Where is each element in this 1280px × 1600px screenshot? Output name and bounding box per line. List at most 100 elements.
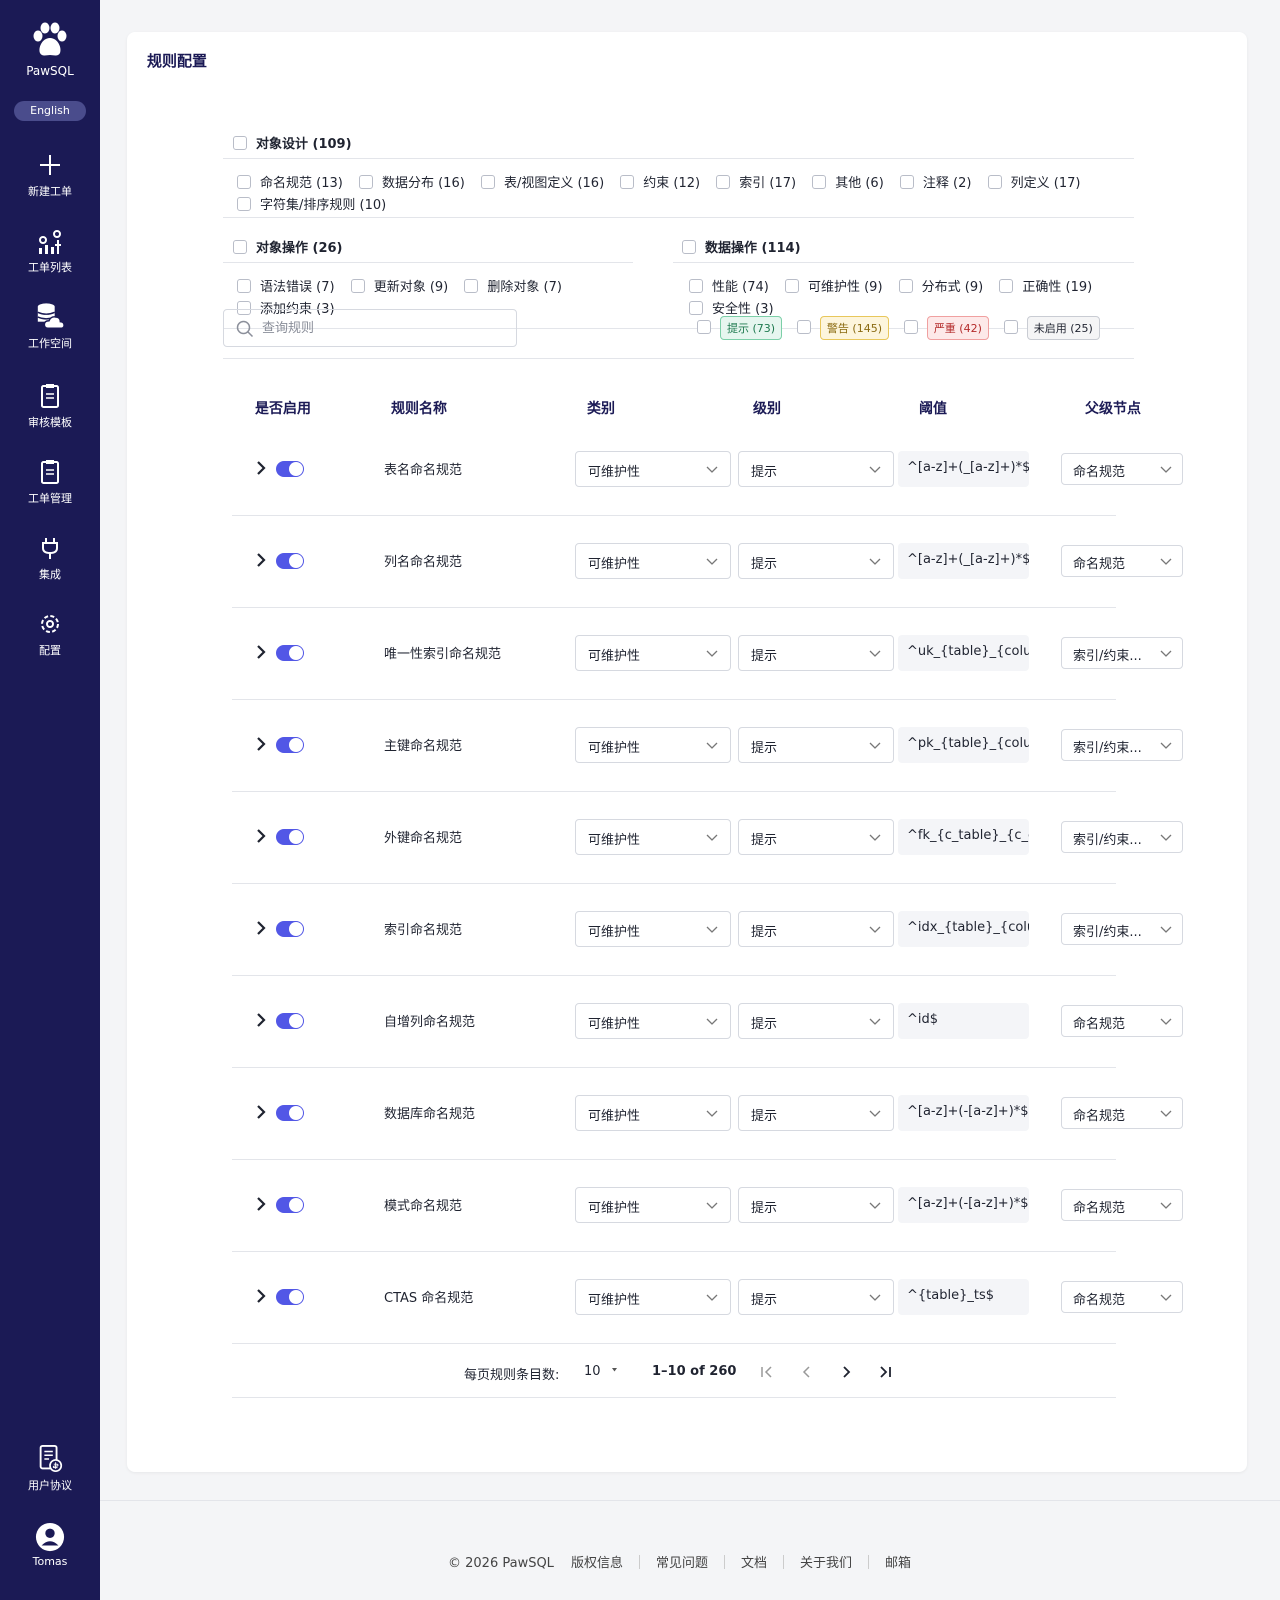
category-select[interactable]: 可维护性 — [575, 1095, 731, 1131]
category-select[interactable]: 可维护性 — [575, 543, 731, 579]
threshold-input[interactable]: ^[a-z]+(-[a-z]+)*$ — [898, 1187, 1029, 1223]
checkbox[interactable] — [233, 136, 247, 150]
checkbox[interactable] — [480, 175, 495, 189]
checkbox[interactable] — [350, 279, 365, 293]
filter-drop-object[interactable]: 删除对象 (7) — [464, 276, 562, 295]
enable-toggle[interactable] — [276, 829, 304, 845]
filter-index[interactable]: 索引 (17) — [716, 172, 796, 191]
threshold-input[interactable]: ^id$ — [898, 1003, 1029, 1039]
checkbox[interactable] — [999, 279, 1014, 293]
user-profile[interactable]: Tomas — [0, 1522, 100, 1568]
last-page-icon[interactable] — [877, 1364, 893, 1380]
threshold-input[interactable]: ^[a-z]+(-[a-z]+)*$ — [898, 1095, 1029, 1131]
filter-naming[interactable]: 命名规范 (13) — [237, 172, 343, 191]
per-page-select[interactable]: 10 — [584, 1364, 625, 1379]
footer-link-email[interactable]: 邮箱 — [885, 1556, 911, 1571]
footer-link-docs[interactable]: 文档 — [741, 1556, 767, 1571]
parent-select[interactable]: 命名规范 — [1061, 1189, 1183, 1221]
prev-page-icon[interactable] — [799, 1364, 815, 1380]
level-select[interactable]: 提示 — [738, 543, 894, 579]
enable-toggle[interactable] — [276, 645, 304, 661]
nav-integration[interactable]: 集成 — [0, 533, 100, 582]
next-page-icon[interactable] — [838, 1364, 854, 1380]
category-select[interactable]: 可维护性 — [575, 727, 731, 763]
footer-link-faq[interactable]: 常见问题 — [656, 1556, 708, 1571]
search-box[interactable] — [223, 309, 517, 347]
checkbox[interactable] — [689, 301, 703, 315]
enable-toggle[interactable] — [276, 1105, 304, 1121]
level-select[interactable]: 提示 — [738, 911, 894, 947]
filter-comment[interactable]: 注释 (2) — [899, 172, 971, 191]
checkbox[interactable] — [796, 320, 811, 334]
category-select[interactable]: 可维护性 — [575, 1003, 731, 1039]
language-switch[interactable]: English — [14, 101, 86, 121]
filter-other[interactable]: 其他 (6) — [812, 172, 884, 191]
parent-select[interactable]: 索引/约束... — [1061, 913, 1183, 945]
enable-toggle[interactable] — [276, 461, 304, 477]
search-input[interactable] — [262, 318, 502, 338]
checkbox[interactable] — [689, 279, 703, 293]
nav-ticket-management[interactable]: 工单管理 — [0, 457, 100, 506]
checkbox[interactable] — [898, 279, 913, 293]
filter-table-view[interactable]: 表/视图定义 (16) — [480, 172, 604, 191]
enable-toggle[interactable] — [276, 737, 304, 753]
nav-new-ticket[interactable]: 新建工单 — [0, 150, 100, 199]
category-select[interactable]: 可维护性 — [575, 819, 731, 855]
checkbox[interactable] — [620, 175, 635, 189]
level-select[interactable]: 提示 — [738, 451, 894, 487]
checkbox[interactable] — [464, 279, 479, 293]
threshold-input[interactable]: ^fk_{c_table}_{c_c — [898, 819, 1029, 855]
checkbox[interactable] — [237, 279, 251, 293]
filter-update-object[interactable]: 更新对象 (9) — [350, 276, 448, 295]
filter-distributed[interactable]: 分布式 (9) — [898, 276, 983, 295]
expand-chevron-icon[interactable] — [254, 1285, 268, 1307]
category-select[interactable]: 可维护性 — [575, 451, 731, 487]
threshold-input[interactable]: ^pk_{table}_{colur — [898, 727, 1029, 763]
parent-select[interactable]: 命名规范 — [1061, 545, 1183, 577]
threshold-input[interactable]: ^idx_{table}_{colu — [898, 911, 1029, 947]
filter-data-ops[interactable]: 数据操作 (114) — [682, 237, 801, 256]
parent-select[interactable]: 命名规范 — [1061, 1005, 1183, 1037]
enable-toggle[interactable] — [276, 1197, 304, 1213]
filter-correctness[interactable]: 正确性 (19) — [999, 276, 1092, 295]
threshold-input[interactable]: ^{table}_ts$ — [898, 1279, 1029, 1315]
expand-chevron-icon[interactable] — [254, 1009, 268, 1031]
level-tip[interactable]: 提示 (73) — [697, 316, 783, 340]
expand-chevron-icon[interactable] — [254, 1101, 268, 1123]
brand[interactable]: PawSQL — [0, 22, 100, 78]
nav-workspace[interactable]: 工作空间 — [0, 302, 100, 351]
category-select[interactable]: 可维护性 — [575, 911, 731, 947]
level-disabled[interactable]: 未启用 (25) — [1003, 316, 1100, 340]
level-select[interactable]: 提示 — [738, 1095, 894, 1131]
filter-object-ops[interactable]: 对象操作 (26) — [233, 237, 343, 256]
category-select[interactable]: 可维护性 — [575, 1279, 731, 1315]
parent-select[interactable]: 命名规范 — [1061, 453, 1183, 485]
enable-toggle[interactable] — [276, 1013, 304, 1029]
footer-link-copyright[interactable]: 版权信息 — [571, 1556, 623, 1571]
filter-column-def[interactable]: 列定义 (17) — [987, 172, 1080, 191]
checkbox[interactable] — [987, 175, 1002, 189]
level-warn[interactable]: 警告 (145) — [796, 316, 889, 340]
level-select[interactable]: 提示 — [738, 727, 894, 763]
filter-maintainability[interactable]: 可维护性 (9) — [784, 276, 883, 295]
enable-toggle[interactable] — [276, 553, 304, 569]
expand-chevron-icon[interactable] — [254, 1193, 268, 1215]
checkbox[interactable] — [1003, 320, 1018, 334]
filter-security[interactable]: 安全性 (3) — [689, 298, 774, 317]
nav-ticket-list[interactable]: 工单列表 — [0, 226, 100, 275]
expand-chevron-icon[interactable] — [254, 917, 268, 939]
nav-settings[interactable]: 配置 — [0, 609, 100, 658]
nav-audit-template[interactable]: 审核模板 — [0, 381, 100, 430]
expand-chevron-icon[interactable] — [254, 733, 268, 755]
enable-toggle[interactable] — [276, 1289, 304, 1305]
filter-data-distribution[interactable]: 数据分布 (16) — [358, 172, 465, 191]
checkbox[interactable] — [899, 175, 914, 189]
threshold-input[interactable]: ^uk_{table}_{colur — [898, 635, 1029, 671]
filter-charset[interactable]: 字符集/排序规则 (10) — [237, 194, 386, 213]
threshold-input[interactable]: ^[a-z]+(_[a-z]+)*$ — [898, 451, 1029, 487]
parent-select[interactable]: 索引/约束... — [1061, 637, 1183, 669]
footer-link-about[interactable]: 关于我们 — [800, 1556, 852, 1571]
filter-syntax-error[interactable]: 语法错误 (7) — [237, 276, 335, 295]
expand-chevron-icon[interactable] — [254, 549, 268, 571]
checkbox[interactable] — [682, 240, 696, 254]
